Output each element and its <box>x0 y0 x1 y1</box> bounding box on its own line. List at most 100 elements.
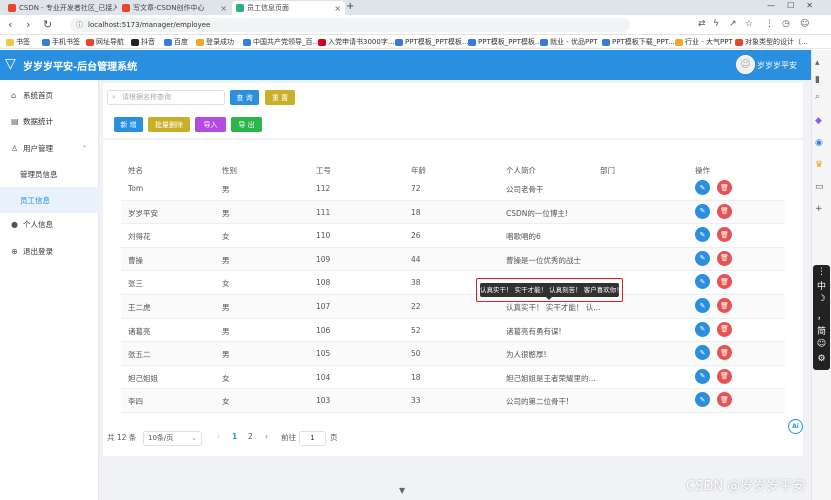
table-row: 曹操 男 109 44 曹操是一位优秀的战士 ✎ 🗑 <box>121 247 785 272</box>
crown-icon[interactable]: ♛ <box>815 160 823 170</box>
avatar[interactable]: ☺ <box>736 55 755 74</box>
edit-button[interactable]: ✎ <box>695 368 710 384</box>
bookmark-item[interactable]: PPT模板_PPT模板... <box>468 37 542 47</box>
search-input[interactable]: ⌕ 请根据名称查询 <box>107 90 225 105</box>
delete-button[interactable]: 🗑 <box>717 392 732 408</box>
delete-button[interactable]: 🗑 <box>717 345 732 361</box>
edit-button[interactable]: ✎ <box>695 345 710 361</box>
sidebar-item-employee-info[interactable]: 员工信息 <box>0 187 99 213</box>
profile-icon[interactable]: ☺ <box>800 19 809 29</box>
sidebar-item-user-management[interactable]: ♙ 用户管理 ⌃ <box>0 135 99 161</box>
edit-button[interactable]: ✎ <box>695 392 710 408</box>
bookmark-item[interactable]: 行业 - 大气PPT <box>675 37 733 47</box>
login-icon <box>196 38 204 46</box>
bookmark-item[interactable]: 书签 <box>6 37 30 47</box>
edit-button[interactable]: ✎ <box>695 298 710 313</box>
sidebar-item-personal-info[interactable]: ● 个人信息 <box>0 211 99 237</box>
bookmark-item[interactable]: PPT模板_PPT模板... <box>395 37 469 47</box>
bookmark-star-icon <box>6 38 14 46</box>
delete-button[interactable]: 🗑 <box>717 203 732 219</box>
sidebar-item-admin-info[interactable]: 管理员信息 <box>0 161 99 187</box>
prev-page-button[interactable]: ‹ <box>217 432 220 441</box>
edit-button[interactable]: ✎ <box>695 250 710 266</box>
ime-simplified-mode[interactable]: 简 <box>813 324 830 337</box>
column-header-bio: 个人简介 <box>506 166 536 175</box>
browser-tab-csdn[interactable]: CSDN - 专业开发者社区_已接入Dee × <box>4 1 117 15</box>
punctuation-icon[interactable]: ， <box>813 309 830 322</box>
lightning-icon[interactable]: ϟ <box>713 19 719 29</box>
bookmark-item[interactable]: 就业 - 优品PPT <box>540 37 598 47</box>
ai-assistant-button[interactable]: Ai <box>788 419 803 434</box>
bookmark-item[interactable]: 抖音 <box>131 37 155 47</box>
browser-tab-write[interactable]: 写文章-CSDN创作中心 × <box>118 1 231 15</box>
bookmark-item[interactable]: 手机书签 <box>42 37 80 47</box>
chevron-down-icon[interactable]: ▼ <box>399 486 405 495</box>
query-button[interactable]: 查 询 <box>230 90 259 105</box>
export-button[interactable]: 导 出 <box>231 117 262 132</box>
delete-button[interactable]: 🗑 <box>717 180 732 195</box>
moon-icon[interactable]: ☽ <box>813 294 830 304</box>
reset-button[interactable]: 重 置 <box>265 90 295 105</box>
edit-button[interactable]: ✎ <box>695 180 710 195</box>
delete-button[interactable]: 🗑 <box>717 250 732 266</box>
close-icon[interactable]: × <box>220 4 227 13</box>
star-icon[interactable]: ☆ <box>745 19 753 29</box>
settings-icon[interactable]: ⚙ <box>813 354 830 364</box>
edit-button[interactable]: ✎ <box>695 203 710 219</box>
ppt-icon <box>395 38 403 46</box>
bookmark-item[interactable]: 登录成功 <box>196 37 234 47</box>
translate-icon[interactable]: ⇄ <box>698 19 706 29</box>
delete-button[interactable]: 🗑 <box>717 368 732 384</box>
column-header-gender: 性别 <box>222 166 237 175</box>
add-button[interactable]: 新 增 <box>114 117 143 132</box>
batch-delete-button[interactable]: 批量删除 <box>148 117 190 132</box>
ime-drag-icon[interactable]: ⋮ <box>813 267 830 277</box>
edit-button[interactable]: ✎ <box>695 227 710 243</box>
tablet-icon[interactable]: ▭ <box>815 182 824 192</box>
user-name[interactable]: 岁岁岁平安 <box>757 60 797 71</box>
share-icon[interactable]: ↗ <box>729 19 737 29</box>
back-icon[interactable]: ‹ <box>8 18 12 31</box>
add-icon[interactable]: + <box>815 204 823 214</box>
sidebar-item-statistics[interactable]: ▤ 数据统计 <box>0 108 99 134</box>
bag-icon[interactable]: ◆ <box>815 116 822 126</box>
delete-button[interactable]: 🗑 <box>717 274 732 290</box>
emoji-icon[interactable]: ☺ <box>813 339 830 349</box>
page-2-button[interactable]: 2 <box>248 432 253 441</box>
new-tab-icon[interactable]: + <box>346 1 354 12</box>
history-icon[interactable]: ◷ <box>782 19 790 29</box>
page-size-select[interactable]: 10条/页 ⌄ <box>143 431 202 446</box>
window-controls[interactable]: —☐✕ <box>767 1 825 10</box>
bookmark-item[interactable]: 网址导航 <box>86 37 124 47</box>
close-icon[interactable]: × <box>334 4 341 13</box>
reload-icon[interactable]: ↻ <box>43 18 52 31</box>
delete-button[interactable]: 🗑 <box>717 321 732 337</box>
import-button[interactable]: 导入 <box>195 117 226 132</box>
edit-button[interactable]: ✎ <box>695 274 710 290</box>
bookmark-item[interactable]: PPT模板下载_PPT... <box>602 37 675 47</box>
edit-button[interactable]: ✎ <box>695 321 710 337</box>
bookmark-item[interactable]: 对象类型的设计（... <box>735 37 808 47</box>
table-row: 刘得花 女 110 26 唱歌唱的6 ✎ 🗑 <box>121 224 785 248</box>
bookmark-item[interactable]: 中国共产党领导_百... <box>243 37 319 47</box>
sidebar-item-logout[interactable]: ⊕ 退出登录 <box>0 238 99 264</box>
search-icon[interactable]: ⌕ <box>815 92 820 102</box>
scroll-up-icon[interactable]: ▴ <box>815 58 820 68</box>
ime-chinese-mode[interactable]: 中 <box>813 279 830 292</box>
url-input[interactable]: ⓘ localhost:5173/manager/employee <box>70 18 630 32</box>
game-icon[interactable]: ◉ <box>815 138 823 148</box>
delete-button[interactable]: 🗑 <box>717 227 732 243</box>
next-page-button[interactable]: › <box>265 432 268 441</box>
page-1-button[interactable]: 1 <box>232 432 237 441</box>
forward-icon[interactable]: › <box>26 18 30 31</box>
bookmark-item[interactable]: 百度 <box>164 37 188 47</box>
goto-page-input[interactable]: 1 <box>299 431 326 446</box>
delete-button[interactable]: 🗑 <box>717 298 732 313</box>
bookmark-item[interactable]: 入党申请书3000字... <box>318 37 395 47</box>
scroll-thumb[interactable]: ▮ <box>815 75 820 85</box>
chevron-up-icon: ⌃ <box>81 144 87 152</box>
more-icon[interactable]: ⋮ <box>765 19 774 29</box>
sidebar-item-home[interactable]: ⌂ 系统首页 <box>0 82 99 108</box>
browser-tab-employee[interactable]: 员工信息页面 × <box>232 1 345 15</box>
bookmark-label: PPT模板_PPT模板... <box>405 38 469 46</box>
